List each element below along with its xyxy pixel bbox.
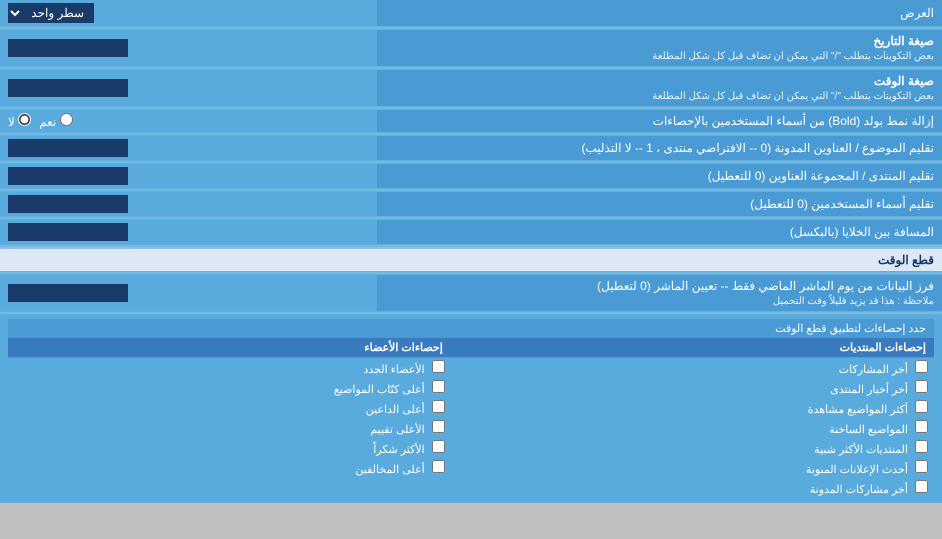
- col1-checkbox-3[interactable]: [915, 400, 928, 413]
- bold-removal-radio-cell: نعم لا: [0, 110, 377, 133]
- cell-spacing-label: المسافة بين الخلايا (بالبكسل): [377, 220, 942, 245]
- col1-item-7: أخر مشاركات المدونة: [451, 478, 934, 498]
- col1-label-5: المنتديات الأكثر شبية: [814, 444, 908, 456]
- bold-removal-label: إزالة نمط بولد (Bold) من أسماء المستخدمي…: [377, 110, 942, 133]
- bold-yes-label: نعم: [39, 113, 72, 129]
- usernames-title: تقليم أسماء المستخدمين (0 للتعطيل): [750, 197, 934, 211]
- col1-label-3: أكثر المواضيع مشاهدة: [808, 404, 908, 416]
- col2-checkbox-4[interactable]: [432, 420, 445, 433]
- bold-yes-radio[interactable]: [60, 113, 73, 126]
- col2-item-1: الأعضاء الجدد: [8, 357, 451, 378]
- col1-checkbox-7[interactable]: [915, 480, 928, 493]
- col2-label-1: الأعضاء الجدد: [364, 364, 425, 376]
- display-label: العرض: [377, 0, 942, 27]
- checkbox-row-6: أحدث الإعلانات المبوبة أعلى المخالفين: [8, 458, 934, 478]
- cell-spacing-title: المسافة بين الخلايا (بالبكسل): [790, 225, 934, 239]
- topic-titles-label: تقليم الموضوع / العناوين المدونة (0 -- ا…: [377, 136, 942, 161]
- limit-stats-label: حدد إحصاءات لتطبيق قطع الوقت: [8, 319, 934, 338]
- col1-label-6: أحدث الإعلانات المبوبة: [806, 464, 908, 476]
- col2-checkbox-6[interactable]: [432, 460, 445, 473]
- bold-no-radio[interactable]: [18, 113, 31, 126]
- checkbox-row-2: أخر أخبار المنتدى أعلى كتّاب المواضيع: [8, 378, 934, 398]
- date-format-title: صيغة التاريخ: [873, 34, 934, 48]
- bold-no-label: لا: [8, 113, 31, 129]
- date-format-input-cell: d-m: [0, 30, 377, 67]
- col2-item-6: أعلى المخالفين: [8, 458, 451, 478]
- time-format-title: صيغة الوقت: [874, 74, 934, 88]
- time-format-label: صيغة الوقت بعض التكوينات يتطلب "/" التي …: [377, 70, 942, 107]
- bold-removal-title: إزالة نمط بولد (Bold) من أسماء المستخدمي…: [653, 114, 934, 128]
- col2-item-5: الأكثر شكراً: [8, 438, 451, 458]
- topic-titles-title: تقليم الموضوع / العناوين المدونة (0 -- ا…: [581, 141, 934, 155]
- col1-label-7: أخر مشاركات المدونة: [810, 484, 908, 496]
- forum-titles-label: تقليم المنتدى / المجموعة العناوين (0 للت…: [377, 164, 942, 189]
- col2-checkbox-5[interactable]: [432, 440, 445, 453]
- checkboxes-header: إحصاءات المنتديات إحصاءات الأعضاء: [8, 338, 934, 358]
- col2-checkbox-3[interactable]: [432, 400, 445, 413]
- col1-checkbox-2[interactable]: [915, 380, 928, 393]
- col2-item-3: أعلى الداعين: [8, 398, 451, 418]
- usernames-input[interactable]: 0: [8, 195, 128, 213]
- cutoff-input-cell: 0: [0, 274, 377, 311]
- date-format-note: بعض التكوينات يتطلب "/" التي يمكن ان تضا…: [652, 51, 934, 62]
- cutoff-input-title: فرز البيانات من يوم الماشر الماضي فقط --…: [597, 279, 934, 293]
- col1-label-2: أخر أخبار المنتدى: [830, 384, 908, 396]
- time-format-input[interactable]: H:i: [8, 79, 128, 97]
- topic-titles-input-cell: 33: [0, 136, 377, 161]
- limit-stats-row: حدد إحصاءات لتطبيق قطع الوقت: [8, 319, 934, 338]
- col1-label-1: أخر المشاركات: [839, 364, 908, 376]
- col2-item-7-empty: [8, 478, 451, 498]
- col1-label-4: المواضيع الساخنة: [829, 424, 908, 436]
- topic-titles-input[interactable]: 33: [8, 139, 128, 157]
- checkbox-row-4: المواضيع الساخنة الأعلى تقييم: [8, 418, 934, 438]
- cutoff-section-title: قطع الوقت: [878, 253, 934, 267]
- forum-titles-input[interactable]: 33: [8, 167, 128, 185]
- col2-label-2: أعلى كتّاب المواضيع: [334, 384, 425, 396]
- col1-checkbox-4[interactable]: [915, 420, 928, 433]
- checkboxes-section: حدد إحصاءات لتطبيق قطع الوقت إحصاءات الم…: [0, 314, 942, 502]
- col2-item-2: أعلى كتّاب المواضيع: [8, 378, 451, 398]
- col2-label-3: أعلى الداعين: [366, 404, 425, 416]
- col1-item-4: المواضيع الساخنة: [451, 418, 934, 438]
- cutoff-section-header: قطع الوقت: [0, 248, 942, 272]
- usernames-input-cell: 0: [0, 192, 377, 217]
- forum-titles-input-cell: 33: [0, 164, 377, 189]
- checkbox-row-7: أخر مشاركات المدونة: [8, 478, 934, 498]
- col2-item-4: الأعلى تقييم: [8, 418, 451, 438]
- checkbox-row-1: أخر المشاركات الأعضاء الجدد: [8, 357, 934, 378]
- col2-header: إحصاءات الأعضاء: [8, 338, 451, 358]
- col1-item-2: أخر أخبار المنتدى: [451, 378, 934, 398]
- cell-spacing-input[interactable]: 2: [8, 223, 128, 241]
- cutoff-input-note: ملاحظة : هذا قد يزيد قليلاً وقت التحميل: [773, 296, 934, 307]
- display-dropdown-cell: سطر واحد سطرين ثلاثة أسطر: [0, 0, 377, 27]
- col1-item-6: أحدث الإعلانات المبوبة: [451, 458, 934, 478]
- cutoff-input[interactable]: 0: [8, 284, 128, 302]
- col1-header: إحصاءات المنتديات: [451, 338, 934, 358]
- col1-item-3: أكثر المواضيع مشاهدة: [451, 398, 934, 418]
- forum-titles-title: تقليم المنتدى / المجموعة العناوين (0 للت…: [708, 169, 934, 183]
- cell-spacing-input-cell: 2: [0, 220, 377, 245]
- checkbox-row-3: أكثر المواضيع مشاهدة أعلى الداعين: [8, 398, 934, 418]
- col1-checkbox-1[interactable]: [915, 360, 928, 373]
- display-dropdown[interactable]: سطر واحد سطرين ثلاثة أسطر: [8, 3, 94, 23]
- col1-checkbox-5[interactable]: [915, 440, 928, 453]
- usernames-label: تقليم أسماء المستخدمين (0 للتعطيل): [377, 192, 942, 217]
- time-format-input-cell: H:i: [0, 70, 377, 107]
- col2-label-5: الأكثر شكراً: [373, 444, 424, 456]
- col2-label-6: أعلى المخالفين: [355, 464, 424, 476]
- col2-label-4: الأعلى تقييم: [370, 424, 424, 436]
- col2-checkbox-1[interactable]: [432, 360, 445, 373]
- date-format-label: صيغة التاريخ بعض التكوينات يتطلب "/" الت…: [377, 30, 942, 67]
- col1-checkbox-6[interactable]: [915, 460, 928, 473]
- cutoff-input-label: فرز البيانات من يوم الماشر الماضي فقط --…: [377, 274, 942, 311]
- date-format-input[interactable]: d-m: [8, 39, 128, 57]
- time-format-note: بعض التكوينات يتطلب "/" التي يمكن ان تضا…: [652, 91, 934, 102]
- checkbox-row-5: المنتديات الأكثر شبية الأكثر شكراً: [8, 438, 934, 458]
- col1-item-1: أخر المشاركات: [451, 357, 934, 378]
- col2-checkbox-2[interactable]: [432, 380, 445, 393]
- col1-item-5: المنتديات الأكثر شبية: [451, 438, 934, 458]
